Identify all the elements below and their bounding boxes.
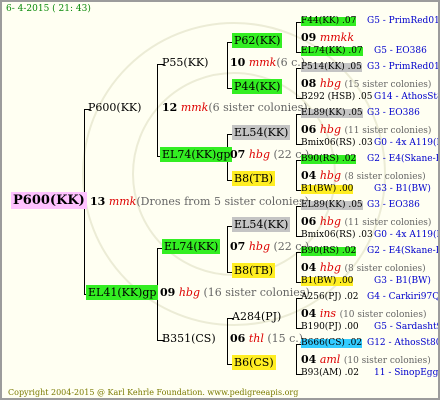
g4-top-3[interactable]: EL89(KK) .05 xyxy=(301,109,363,118)
g4-top-7[interactable]: A256(PJ) .02 xyxy=(301,293,359,302)
g4-bottom-source-6: G3 - B1(BW) xyxy=(374,276,431,286)
g4-top-8[interactable]: B666(CS) .02 xyxy=(301,339,363,348)
g4-info-6: 04 hbg (8 sister colonies) xyxy=(301,261,426,274)
g1-node-2[interactable]: EL41(KK)gp xyxy=(86,285,159,300)
connector-line xyxy=(296,68,297,98)
g4-bottom-source-8: 11 - SinopEgg86R xyxy=(374,368,439,378)
copyright-footer: Copyright 2004-2015 @ Karl Kehrle Founda… xyxy=(8,388,299,397)
g2-node-1[interactable]: P55(KK) xyxy=(162,57,208,68)
g4-top-source-5: G3 - EO386 xyxy=(367,200,420,210)
connector-line xyxy=(157,64,158,156)
g4-top-source-6: G2 - E4(Skane-B) xyxy=(367,246,440,256)
g4-bottom-3[interactable]: Bmix06(RS) .03 xyxy=(301,139,373,148)
g4-bottom-6[interactable]: B1(BW) .00 xyxy=(301,277,354,286)
g3-node-8[interactable]: B6(CS) xyxy=(232,355,276,370)
root-node[interactable]: P600(KK) xyxy=(11,192,87,209)
g3-node-3[interactable]: EL54(KK) xyxy=(232,125,291,140)
g4-bottom-source-2: G14 - AthosSt80R xyxy=(374,92,438,102)
g1-info-1: 12 mmk(6 sister colonies) xyxy=(162,101,308,114)
g3-node-7[interactable]: A284(PJ) xyxy=(232,311,281,322)
g2-info-1: 10 mmk(6 c.) xyxy=(230,56,306,69)
g4-bottom-4[interactable]: B1(BW) .00 xyxy=(301,185,354,194)
g4-info-5: 06 hbg (11 sister colonies) xyxy=(301,215,432,228)
g3-node-4[interactable]: B8(TB) xyxy=(232,171,276,186)
g4-bottom-source-4: G3 - B1(BW) xyxy=(374,184,431,194)
g3-node-5[interactable]: EL54(KK) xyxy=(232,217,291,232)
connector-line xyxy=(296,114,297,144)
g4-top-4[interactable]: B90(RS) .02 xyxy=(301,155,357,164)
g4-top-source-2: G3 - PrimRed01 xyxy=(367,62,440,72)
g4-top-source-7: G4 - Carkiri97Q xyxy=(367,292,440,302)
g4-top-source-1: G5 - PrimRed01 xyxy=(367,16,440,26)
connector-line xyxy=(296,22,297,52)
g4-top-source-3: G3 - EO386 xyxy=(367,108,420,118)
g1-node-1[interactable]: P600(KK) xyxy=(88,102,141,113)
g4-top-source-4: G2 - E4(Skane-B) xyxy=(367,154,440,164)
g4-bottom-2[interactable]: B292 (HSB) .05 xyxy=(301,93,372,102)
connector-line xyxy=(296,344,297,374)
g2-node-3[interactable]: EL74(KK) xyxy=(162,239,221,254)
g3-node-2[interactable]: P44(KK) xyxy=(232,79,283,94)
root-label: P600(KK) xyxy=(11,192,87,209)
g4-bottom-source-3: G0 - 4x A119(RS) xyxy=(374,138,438,148)
g4-top-6[interactable]: B90(RS) .02 xyxy=(301,247,357,256)
g4-info-2: 08 hbg (15 sister colonies) xyxy=(301,77,432,90)
g4-top-2[interactable]: P514(KK) .05 xyxy=(301,63,362,72)
timestamp: 6- 4-2015 ( 21: 43) xyxy=(6,4,91,14)
g4-bottom-8[interactable]: B93(AM) .02 xyxy=(301,369,359,378)
connector-line xyxy=(296,252,297,282)
g3-node-1[interactable]: P62(KK) xyxy=(232,33,283,48)
g3-node-6[interactable]: B8(TB) xyxy=(232,263,276,278)
g4-info-4: 04 hbg (8 sister colonies) xyxy=(301,169,426,182)
g4-info-1: 09 mmkk xyxy=(301,31,355,44)
connector-line xyxy=(296,298,297,328)
g2-info-4: 06 thl (15 c.) xyxy=(230,332,304,345)
g4-info-8: 04 aml (10 sister colonies) xyxy=(301,353,431,366)
connector-line xyxy=(227,318,228,364)
g4-bottom-7[interactable]: B190(PJ) .00 xyxy=(301,323,359,332)
connector-line xyxy=(296,206,297,236)
g4-top-5[interactable]: EL89(KK) .05 xyxy=(301,201,363,210)
g1-info-2: 09 hbg (16 sister colonies) xyxy=(160,286,310,299)
connector-line xyxy=(227,226,228,272)
g4-bottom-source-5: G0 - 4x A119(RS) xyxy=(374,230,438,240)
connector-line xyxy=(296,160,297,190)
root-info: 13 mmk(Drones from 5 sister colonies) xyxy=(90,195,309,208)
g4-bottom-source-1: G5 - EO386 xyxy=(374,46,427,56)
g2-info-3: 07 hbg (22 c.) xyxy=(230,240,310,253)
g2-node-2[interactable]: EL74(KK)gp xyxy=(160,147,233,162)
connector-line xyxy=(227,42,228,88)
g2-info-2: 07 hbg (22 c.) xyxy=(230,148,310,161)
g4-bottom-source-7: G5 - Sardasht93R xyxy=(374,322,438,332)
g4-bottom-1[interactable]: EL74(KK) .07 xyxy=(301,47,363,56)
g4-bottom-5[interactable]: Bmix06(RS) .03 xyxy=(301,231,373,240)
g4-top-source-8: G12 - AthosSt80R xyxy=(367,338,438,348)
g4-top-1[interactable]: F44(KK) .07 xyxy=(301,17,357,26)
g4-info-3: 06 hbg (11 sister colonies) xyxy=(301,123,432,136)
pedigree-frame: 6- 4-2015 ( 21: 43) P600(KK) 13 mmk(Dron… xyxy=(0,0,440,400)
g4-info-7: 04 ins (10 sister colonies) xyxy=(301,307,427,320)
g2-node-4[interactable]: B351(CS) xyxy=(162,333,216,344)
